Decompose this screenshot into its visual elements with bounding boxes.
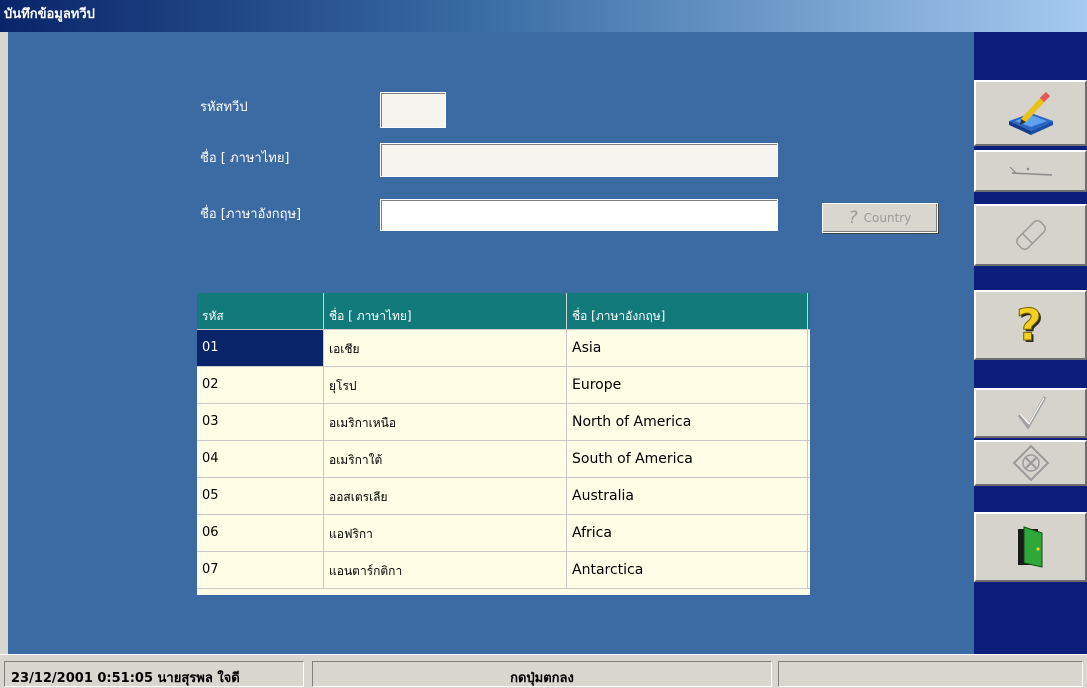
clear-icon	[1009, 166, 1052, 176]
cell-code[interactable]: 07	[197, 552, 324, 588]
eraser-icon	[1015, 220, 1046, 250]
exit-button[interactable]	[974, 512, 1087, 582]
cell-name-th[interactable]: แอฟริกา	[324, 515, 567, 551]
name-th-input[interactable]	[380, 143, 778, 177]
table-row[interactable]: 01 เอเชีย Asia	[197, 330, 810, 367]
cell-code[interactable]: 03	[197, 404, 324, 440]
right-toolbar: ? ?	[974, 32, 1087, 654]
cell-name-en[interactable]: Australia	[567, 478, 808, 514]
eraser-button[interactable]	[974, 204, 1087, 266]
exit-icon	[1017, 526, 1042, 568]
table-row[interactable]: 07 แอนตาร์กติกา Antarctica	[197, 552, 810, 589]
help-icon: ? ?	[1015, 302, 1043, 348]
confirm-icon	[1017, 396, 1046, 430]
cell-code[interactable]: 01	[197, 330, 324, 366]
cell-code[interactable]: 02	[197, 367, 324, 403]
status-datetime-user: 23/12/2001 0:51:05 นายสุรพล ใจดี	[4, 661, 304, 687]
cell-name-th[interactable]: ออสเตรเลีย	[324, 478, 567, 514]
cell-name-th[interactable]: แอนตาร์กติกา	[324, 552, 567, 588]
cell-name-th[interactable]: เอเชีย	[324, 330, 567, 366]
cancel-button[interactable]	[974, 440, 1087, 486]
cell-code[interactable]: 04	[197, 441, 324, 477]
clear-button[interactable]	[974, 150, 1087, 192]
continent-grid[interactable]: รหัส ชื่อ [ ภาษาไทย] ชื่อ [ภาษาอังกฤษ] 0…	[197, 293, 810, 595]
cell-name-en[interactable]: Europe	[567, 367, 808, 403]
cell-name-en[interactable]: North of America	[567, 404, 808, 440]
header-code[interactable]: รหัส	[197, 293, 324, 329]
table-row[interactable]: 02 ยุโรป Europe	[197, 367, 810, 404]
code-input[interactable]	[380, 92, 446, 128]
table-row[interactable]: 04 อเมริกาใต้ South of America	[197, 441, 810, 478]
window-title: บันทึกข้อมูลทวีป	[4, 7, 95, 22]
edit-button[interactable]	[974, 80, 1087, 146]
left-border	[0, 32, 8, 654]
header-name-en[interactable]: ชื่อ [ภาษาอังกฤษ]	[567, 293, 808, 329]
cancel-icon	[1012, 444, 1049, 482]
cell-name-en[interactable]: South of America	[567, 441, 808, 477]
header-name-th[interactable]: ชื่อ [ ภาษาไทย]	[324, 293, 567, 329]
country-button[interactable]: ? Country	[822, 203, 938, 233]
status-extra	[778, 661, 1083, 687]
code-label: รหัสทวีป	[200, 100, 248, 115]
status-bar: 23/12/2001 0:51:05 นายสุรพล ใจดี กดปุ่มต…	[0, 654, 1087, 688]
cell-name-en[interactable]: Antarctica	[567, 552, 808, 588]
grid-header: รหัส ชื่อ [ ภาษาไทย] ชื่อ [ภาษาอังกฤษ]	[197, 293, 810, 330]
question-icon: ?	[848, 208, 858, 228]
cell-code[interactable]: 05	[197, 478, 324, 514]
table-row[interactable]: 03 อเมริกาเหนือ North of America	[197, 404, 810, 441]
table-row[interactable]: 05 ออสเตรเลีย Australia	[197, 478, 810, 515]
cell-name-th[interactable]: อเมริกาใต้	[324, 441, 567, 477]
table-row[interactable]: 06 แอฟริกา Africa	[197, 515, 810, 552]
cell-name-en[interactable]: Africa	[567, 515, 808, 551]
confirm-button[interactable]	[974, 388, 1087, 438]
svg-text:?: ?	[1016, 302, 1042, 348]
cell-name-th[interactable]: ยุโรป	[324, 367, 567, 403]
cell-code[interactable]: 06	[197, 515, 324, 551]
edit-icon	[1008, 91, 1053, 135]
help-button[interactable]: ? ?	[974, 290, 1087, 360]
name-en-label: ชื่อ [ภาษาอังกฤษ]	[200, 207, 302, 222]
status-message: กดปุ่มตกลง	[312, 661, 772, 687]
country-button-label: Country	[863, 211, 912, 225]
name-en-input[interactable]	[380, 199, 778, 231]
window-title-bar: บันทึกข้อมูลทวีป	[0, 0, 1087, 32]
cell-name-en[interactable]: Asia	[567, 330, 808, 366]
cell-name-th[interactable]: อเมริกาเหนือ	[324, 404, 567, 440]
name-th-label: ชื่อ [ ภาษาไทย]	[200, 151, 290, 166]
